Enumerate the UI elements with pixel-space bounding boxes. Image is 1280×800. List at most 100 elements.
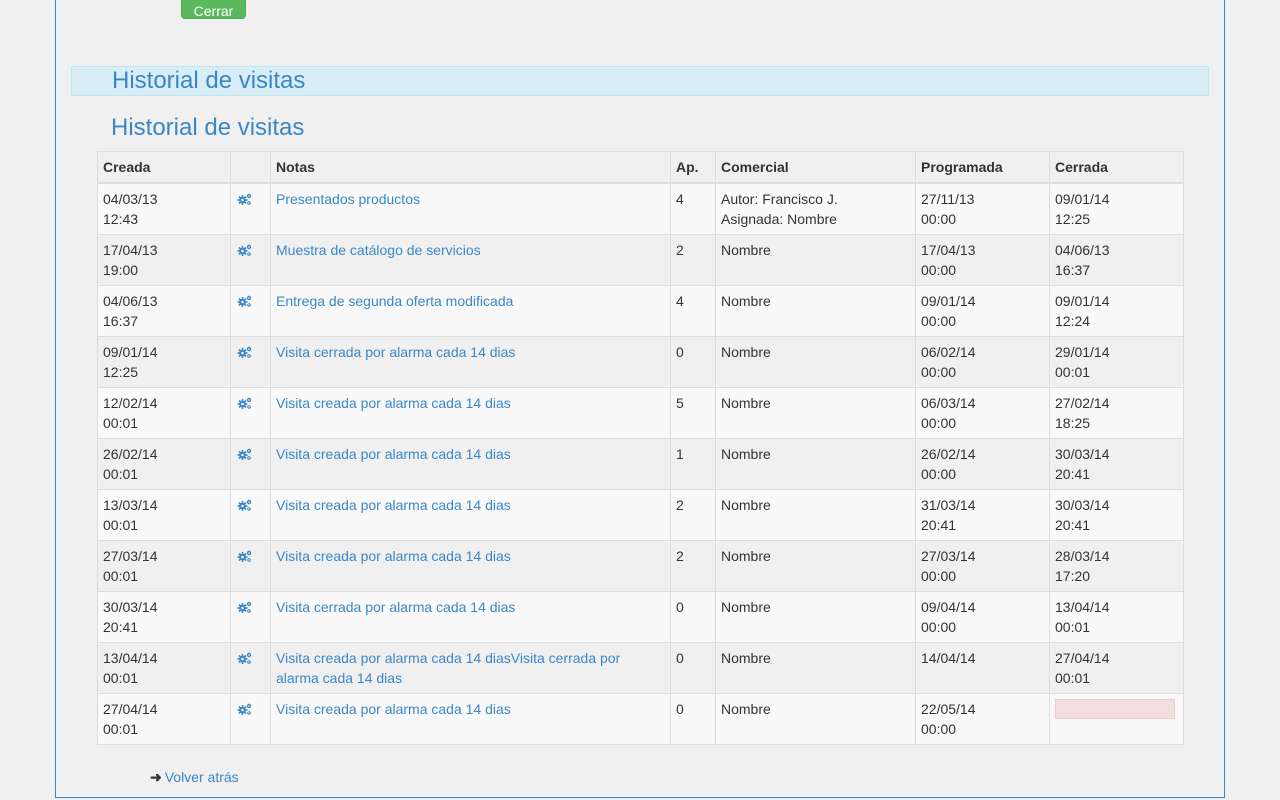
cell-commercial: Nombre (715, 540, 916, 592)
note-link[interactable]: Visita creada por alarma cada 14 dias (276, 548, 511, 564)
scheduled-time: 00:00 (921, 364, 957, 380)
scheduled-date: 27/03/14 (921, 548, 976, 564)
table-row: 09/01/14 12:25 Visita cerrada por alarma c… (97, 336, 1184, 388)
cell-note: Visita creada por alarma cada 14 dias (270, 489, 671, 541)
column-header-notas[interactable]: Notas (270, 151, 671, 184)
scheduled-date: 09/04/14 (921, 599, 976, 615)
note-link[interactable]: Visita creada por alarma cada 14 dias (276, 497, 511, 513)
scheduled-time: 00:00 (921, 262, 957, 278)
close-button[interactable]: Cerrar (181, 0, 246, 19)
cell-actions (230, 285, 271, 337)
scheduled-date: 27/11/13 (921, 191, 975, 207)
cell-scheduled: 14/04/14 (915, 642, 1050, 694)
note-link[interactable]: Visita cerrada por alarma cada 14 dias (276, 599, 515, 615)
scheduled-time: 00:00 (921, 568, 957, 584)
note-link[interactable]: Muestra de catálogo de servicios (276, 242, 481, 258)
cell-created: 30/03/14 20:41 (97, 591, 231, 643)
table-row: 13/04/14 00:01 Visita creada por alarma ca… (97, 642, 1184, 694)
table-row: 04/03/13 12:43 Presentados productos 4 Autor… (97, 182, 1184, 235)
created-date: 13/04/14 (103, 650, 158, 666)
closed-date: 09/01/14 (1055, 293, 1110, 309)
cell-created: 27/04/14 00:01 (97, 693, 231, 745)
note-link[interactable]: Presentados productos (276, 191, 420, 207)
section-header-title: Historial de visitas (112, 67, 306, 94)
cell-closed: 27/02/14 18:25 (1049, 387, 1184, 439)
gears-icon[interactable] (237, 242, 253, 262)
commercial-line-1: Nombre (721, 701, 771, 717)
cell-created: 27/03/14 00:01 (97, 540, 231, 592)
commercial-line-1: Nombre (721, 497, 771, 513)
cell-commercial: Nombre (715, 642, 916, 694)
cell-created: 17/04/13 19:00 (97, 234, 231, 286)
scheduled-time: 00:00 (921, 313, 957, 329)
closed-date: 27/04/14 (1055, 650, 1110, 666)
cell-actions (230, 489, 271, 541)
column-header-programada[interactable]: Programada (915, 151, 1050, 184)
cell-closed: 13/04/14 00:01 (1049, 591, 1184, 643)
gears-icon[interactable] (237, 650, 253, 670)
cell-note: Visita cerrada por alarma cada 14 dias (270, 591, 671, 643)
cell-commercial: Nombre (715, 591, 916, 643)
scheduled-date: 09/01/14 (921, 293, 976, 309)
cell-scheduled: 09/04/14 00:00 (915, 591, 1050, 643)
commercial-line-1: Nombre (721, 293, 771, 309)
note-link[interactable]: Visita creada por alarma cada 14 dias (276, 395, 511, 411)
note-link[interactable]: Visita creada por alarma cada 14 dias (276, 701, 511, 717)
cell-ap: 0 (670, 642, 716, 694)
cell-closed: 30/03/14 20:41 (1049, 489, 1184, 541)
created-time: 12:43 (103, 211, 139, 227)
cell-commercial: Autor: Francisco J. Asignada: Nombre (715, 182, 916, 235)
back-link[interactable]: ➜ Volver atrás (150, 768, 239, 786)
gears-icon[interactable] (237, 293, 253, 313)
cell-ap: 0 (670, 693, 716, 745)
cell-closed (1049, 693, 1184, 745)
cell-ap: 2 (670, 489, 716, 541)
created-time: 00:01 (103, 670, 139, 686)
note-link[interactable]: Visita creada por alarma cada 14 diasVis… (276, 650, 620, 686)
gears-icon[interactable] (237, 191, 253, 211)
scheduled-date: 22/05/14 (921, 701, 976, 717)
table-row: 04/06/13 16:37 Entrega de segunda oferta m… (97, 285, 1184, 337)
gears-icon[interactable] (237, 599, 253, 619)
cell-ap: 0 (670, 336, 716, 388)
note-link[interactable]: Visita creada por alarma cada 14 dias (276, 446, 511, 462)
cell-scheduled: 09/01/14 00:00 (915, 285, 1050, 337)
gears-icon[interactable] (237, 548, 253, 568)
cell-note: Visita creada por alarma cada 14 dias (270, 438, 671, 490)
column-header-creada[interactable]: Creada (97, 151, 231, 184)
cell-closed: 28/03/14 17:20 (1049, 540, 1184, 592)
cell-scheduled: 17/04/13 00:00 (915, 234, 1050, 286)
gears-icon[interactable] (237, 446, 253, 466)
cell-commercial: Nombre (715, 489, 916, 541)
scheduled-time: 00:00 (921, 466, 957, 482)
scheduled-time: 00:00 (921, 619, 957, 635)
cell-ap: 1 (670, 438, 716, 490)
cell-scheduled: 31/03/14 20:41 (915, 489, 1050, 541)
created-date: 17/04/13 (103, 242, 158, 258)
closed-date: 27/02/14 (1055, 395, 1110, 411)
note-link[interactable]: Visita cerrada por alarma cada 14 dias (276, 344, 515, 360)
column-header-comercial[interactable]: Comercial (715, 151, 916, 184)
cell-commercial: Nombre (715, 387, 916, 439)
column-header-ap[interactable]: Ap. (670, 151, 716, 184)
cell-ap: 4 (670, 285, 716, 337)
cell-ap: 5 (670, 387, 716, 439)
cell-note: Visita creada por alarma cada 14 diasVis… (270, 642, 671, 694)
cell-scheduled: 27/11/13 00:00 (915, 182, 1050, 235)
cell-commercial: Nombre (715, 285, 916, 337)
closed-date: 28/03/14 (1055, 548, 1110, 564)
back-label[interactable]: Volver atrás (165, 769, 239, 785)
cell-actions (230, 642, 271, 694)
gears-icon[interactable] (237, 344, 253, 364)
gears-icon[interactable] (237, 701, 253, 721)
cell-created: 09/01/14 12:25 (97, 336, 231, 388)
gears-icon[interactable] (237, 497, 253, 517)
scheduled-time: 20:41 (921, 517, 957, 533)
cell-note: Visita creada por alarma cada 14 dias (270, 387, 671, 439)
scheduled-time: 00:00 (921, 721, 957, 737)
closed-date: 29/01/14 (1055, 344, 1110, 360)
gears-icon[interactable] (237, 395, 253, 415)
commercial-line-1: Nombre (721, 242, 771, 258)
column-header-cerrada[interactable]: Cerrada (1049, 151, 1184, 184)
note-link[interactable]: Entrega de segunda oferta modificada (276, 293, 513, 309)
